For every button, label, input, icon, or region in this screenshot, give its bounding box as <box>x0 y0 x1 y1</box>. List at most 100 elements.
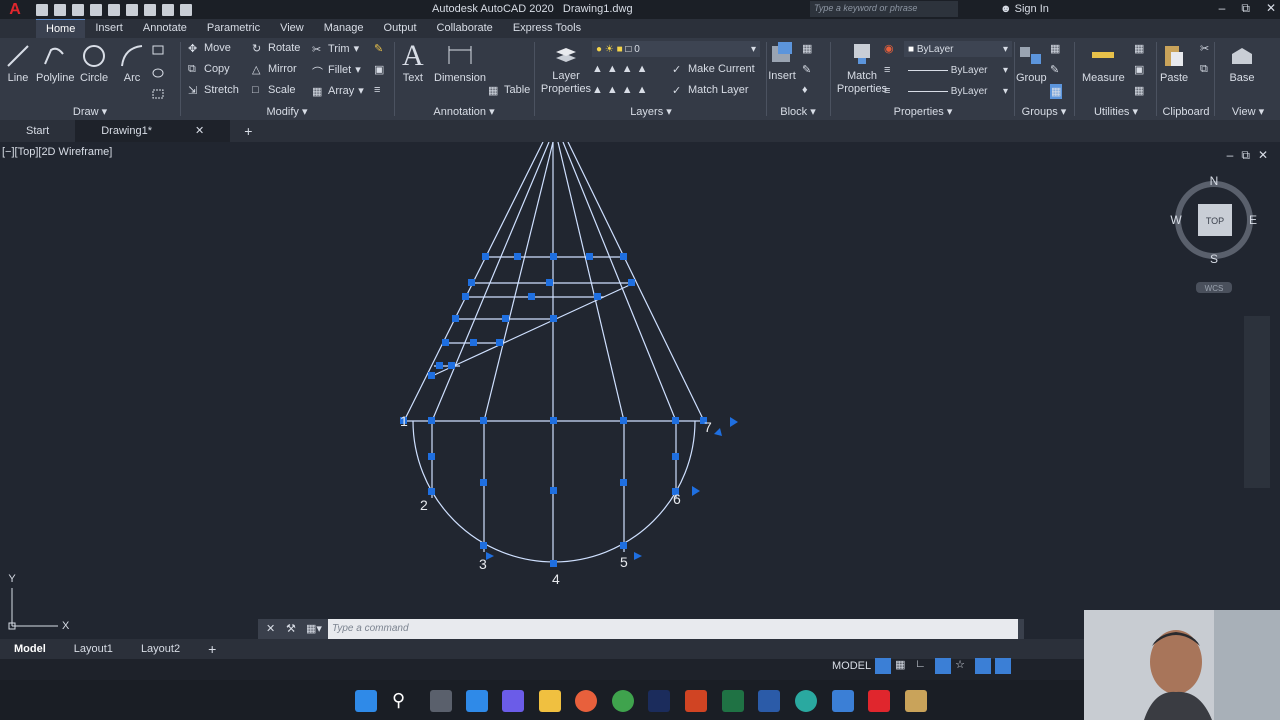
ungroup-icon[interactable]: ▦ <box>1050 42 1060 55</box>
erase-button[interactable]: ✎ <box>374 42 386 55</box>
group-button[interactable]: Group <box>1016 42 1047 84</box>
tab-manage[interactable]: Manage <box>314 19 374 38</box>
measure-button[interactable]: Measure <box>1082 42 1125 84</box>
tab-parametric[interactable]: Parametric <box>197 19 270 38</box>
grip-points[interactable] <box>400 253 738 567</box>
grip[interactable] <box>514 253 521 260</box>
group-edit-icon[interactable]: ✎ <box>1050 63 1059 76</box>
restore-icon[interactable]: ⧉ <box>1241 1 1250 16</box>
grid-toggle-icon[interactable] <box>875 658 892 674</box>
table-button[interactable]: ▦ Table <box>488 84 530 97</box>
osnap-toggle-icon[interactable] <box>975 658 992 674</box>
block-attribute-icon[interactable]: ♦ <box>802 84 808 96</box>
chat-icon[interactable] <box>502 690 524 712</box>
dimension-button[interactable]: Dimension <box>434 42 486 84</box>
photoshop-icon[interactable] <box>648 690 670 712</box>
grip[interactable] <box>550 417 557 424</box>
search-icon[interactable]: ⚲ <box>392 690 414 712</box>
view-panel-title[interactable]: View <box>1232 106 1256 118</box>
grip[interactable] <box>672 453 679 460</box>
grip[interactable] <box>528 293 535 300</box>
grip[interactable] <box>550 560 557 567</box>
stretch-button[interactable]: ⇲ Stretch <box>188 84 239 97</box>
grip-arrow[interactable] <box>730 417 738 427</box>
undo-icon[interactable] <box>162 3 174 16</box>
layer-properties-button[interactable]: Layer Properties <box>540 40 592 96</box>
layer-lock-icon[interactable]: ▲ <box>637 63 648 75</box>
edge-icon[interactable] <box>795 690 817 712</box>
file-explorer-icon[interactable] <box>539 690 561 712</box>
autocad-logo-icon[interactable]: A <box>0 0 30 19</box>
command-input[interactable]: Type a command <box>328 619 1018 639</box>
copy-clip-icon[interactable]: ⧉ <box>1200 63 1208 76</box>
select-all-icon[interactable]: ▣ <box>1134 63 1144 76</box>
make-current-button[interactable]: ✓ Make Current <box>672 63 755 76</box>
grip[interactable] <box>480 479 487 486</box>
tab-start[interactable]: Start <box>0 120 75 142</box>
match-properties-button[interactable]: Match Properties <box>836 40 888 96</box>
utilities-panel-title[interactable]: Utilities <box>1094 106 1129 118</box>
trim-button[interactable]: ✂ Trim ▾ <box>312 42 359 56</box>
layer-dropdown[interactable]: ● ☀ ■ □ 0 ▾ <box>592 41 760 57</box>
save-as-icon[interactable] <box>90 3 102 16</box>
linetype-dropdown[interactable]: ByLayer ▾ <box>904 62 1012 78</box>
open-file-icon[interactable] <box>54 3 66 16</box>
grip[interactable] <box>462 293 469 300</box>
viewcube-south[interactable]: S <box>1210 252 1218 266</box>
offset-button[interactable]: ≡ <box>374 84 386 96</box>
grip[interactable] <box>586 253 593 260</box>
word-icon[interactable] <box>758 690 780 712</box>
minimize-icon[interactable]: – <box>1219 1 1226 16</box>
tab-express-tools[interactable]: Express Tools <box>503 19 591 38</box>
grip[interactable] <box>428 372 435 379</box>
scale-button[interactable]: □ Scale <box>252 84 296 96</box>
save-web-icon[interactable] <box>126 3 138 16</box>
move-button[interactable]: ✥ Move <box>188 42 231 55</box>
grip[interactable] <box>480 542 487 549</box>
properties-panel-title[interactable]: Properties <box>894 106 944 118</box>
polyline-button[interactable]: Polyline <box>36 42 75 84</box>
grip[interactable] <box>428 417 435 424</box>
explode-button[interactable]: ▣ <box>374 63 386 76</box>
widgets-icon[interactable] <box>466 690 488 712</box>
notepad-icon[interactable] <box>832 690 854 712</box>
save-icon[interactable] <box>72 3 84 16</box>
autocad-taskbar-icon[interactable] <box>868 690 890 712</box>
insert-block-button[interactable]: Insert <box>768 40 796 82</box>
grip[interactable] <box>620 542 627 549</box>
grip[interactable] <box>436 362 443 369</box>
grip[interactable] <box>452 315 459 322</box>
tab-view[interactable]: View <box>270 19 314 38</box>
grip[interactable] <box>620 253 627 260</box>
chrome-icon[interactable] <box>612 690 634 712</box>
search-input[interactable]: Type a keyword or phrase <box>810 1 958 17</box>
polar-toggle-icon[interactable] <box>935 658 952 674</box>
draw-more-icon[interactable] <box>152 44 166 104</box>
viewcube[interactable]: TOP N S E W WCS <box>1170 174 1257 293</box>
grip[interactable] <box>550 487 557 494</box>
grip-arrow[interactable] <box>714 428 722 436</box>
grip-arrow[interactable] <box>692 486 700 496</box>
grip[interactable] <box>482 253 489 260</box>
annotation-panel-title[interactable]: Annotation <box>433 106 486 118</box>
layer-off-icon[interactable]: ▲ <box>592 63 603 75</box>
close-tab-icon[interactable]: ✕ <box>195 125 204 137</box>
grip[interactable] <box>550 315 557 322</box>
grip-arrow[interactable] <box>486 552 494 560</box>
drawing-canvas[interactable]: 1 2 3 4 5 6 7 TOP N S E W WCS Y X <box>0 142 1280 642</box>
grip[interactable] <box>546 279 553 286</box>
print-icon[interactable] <box>144 3 156 16</box>
array-button[interactable]: ▦ Array ▾ <box>312 84 364 98</box>
layer-walk-icon[interactable]: ▲ <box>592 84 603 96</box>
new-file-icon[interactable] <box>36 3 48 16</box>
lineweight-dropdown[interactable]: ByLayer ▾ <box>904 83 1012 99</box>
tab-home[interactable]: Home <box>36 19 86 38</box>
block-panel-title[interactable]: Block <box>780 106 807 118</box>
model-space-button[interactable]: MODEL <box>832 660 871 672</box>
clipboard-panel-title[interactable]: Clipboard <box>1162 106 1209 118</box>
snap-toggle-icon[interactable]: ▦ <box>895 658 911 674</box>
grip[interactable] <box>480 417 487 424</box>
create-block-icon[interactable]: ▦ <box>802 42 812 55</box>
fillet-button[interactable]: ⌒ Fillet ▾ <box>312 63 361 79</box>
powerpoint-icon[interactable] <box>685 690 707 712</box>
